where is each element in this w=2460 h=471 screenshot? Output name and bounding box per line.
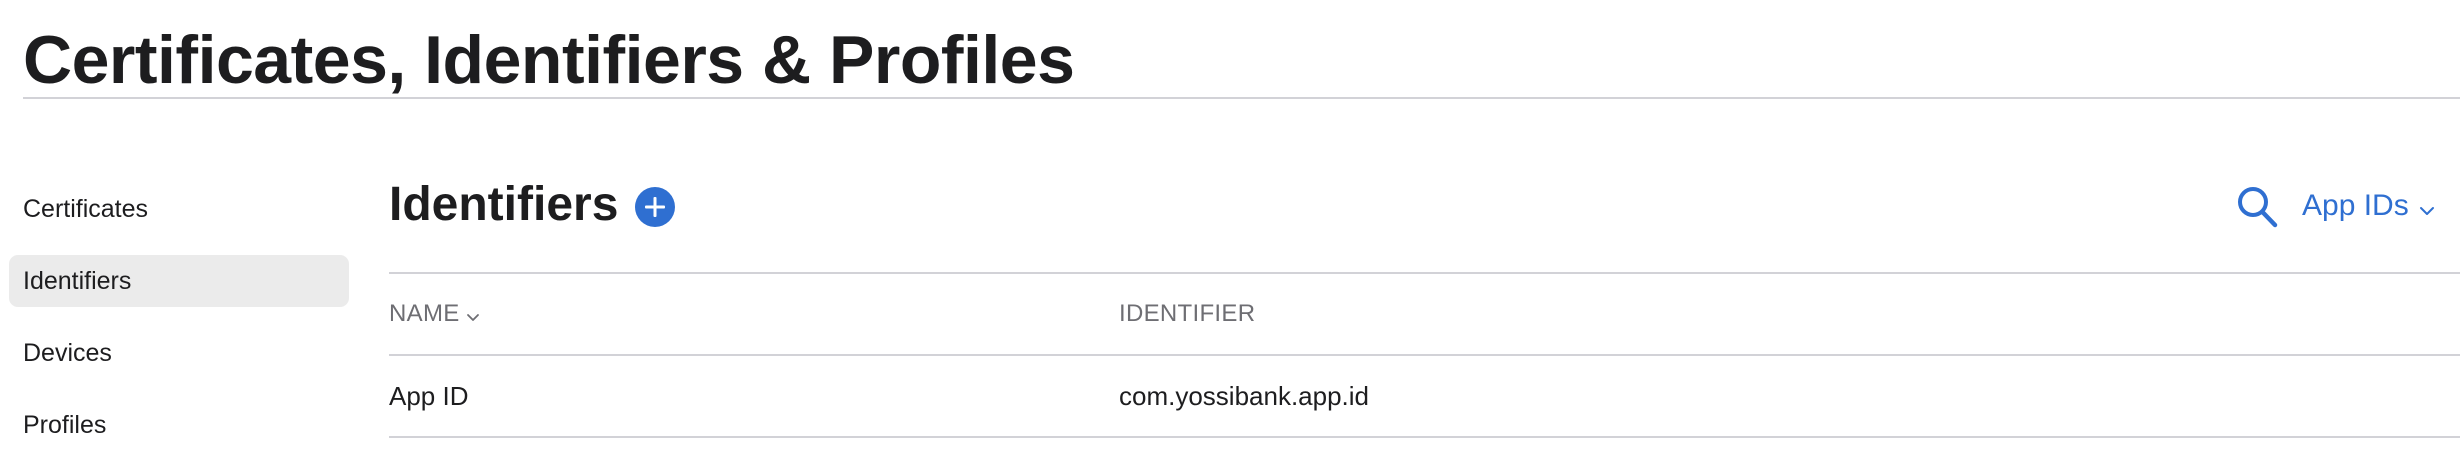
column-header-name-label: NAME [389, 300, 460, 327]
title-divider [23, 97, 2460, 99]
identifiers-table: NAME IDENTIFIER App ID com.yossibank.app… [389, 272, 2460, 438]
column-header-name[interactable]: NAME [389, 274, 480, 354]
filter-selected-label: App IDs [2302, 189, 2409, 222]
sidebar-item-certificates[interactable]: Certificates [9, 183, 349, 235]
sidebar-item-identifiers[interactable]: Identifiers [9, 255, 349, 307]
table-header: NAME IDENTIFIER [389, 274, 2460, 354]
add-identifier-button[interactable] [635, 187, 675, 227]
search-icon [2238, 187, 2278, 228]
table-divider [389, 436, 2460, 438]
identifier-type-filter[interactable]: App IDs [2302, 184, 2435, 228]
row-identifier: com.yossibank.app.id [1119, 381, 1370, 411]
search-button[interactable] [2236, 185, 2280, 231]
sidebar-item-profiles[interactable]: Profiles [9, 399, 349, 451]
sort-chevron-down-icon [466, 275, 480, 355]
column-header-identifier: IDENTIFIER [1119, 300, 1256, 327]
page-title: Certificates, Identifiers & Profiles [23, 22, 1075, 98]
sidebar: Certificates Identifiers Devices Profile… [9, 183, 349, 471]
table-row[interactable]: App ID com.yossibank.app.id [389, 356, 2460, 436]
section-title: Identifiers [389, 178, 619, 231]
sidebar-item-devices[interactable]: Devices [9, 327, 349, 379]
chevron-down-icon [2419, 185, 2435, 229]
plus-circle-icon [645, 197, 665, 217]
row-name: App ID [389, 381, 469, 411]
